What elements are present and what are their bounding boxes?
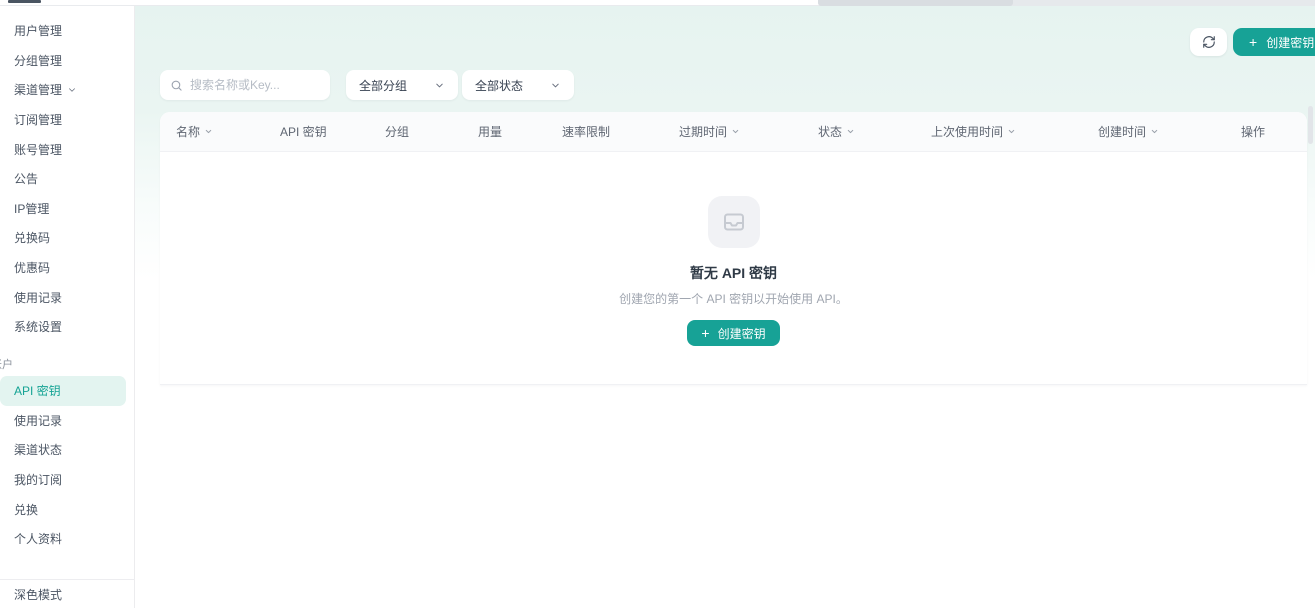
plus-icon: + [701, 326, 709, 340]
top-strip [0, 0, 1315, 6]
sidebar-item-user-management[interactable]: 用户管理 [0, 16, 135, 46]
sidebar-clipped-item [8, 0, 41, 3]
sidebar-item-ip-management[interactable]: IP管理 [0, 194, 135, 224]
refresh-button[interactable] [1190, 28, 1227, 56]
sidebar-item-group-management[interactable]: 分组管理 [0, 46, 135, 76]
sidebar-item-announcement[interactable]: 公告 [0, 164, 135, 194]
sidebar-item-usage-logs-admin[interactable]: 使用记录 [0, 282, 135, 312]
dark-mode-toggle[interactable]: 深色模式 [0, 580, 135, 608]
column-header-rate-limit: 速率限制 [562, 123, 679, 140]
sidebar-item-system-settings[interactable]: 系统设置 [0, 312, 135, 342]
sort-chevron-icon [731, 127, 740, 136]
column-header-actions: 操作 [1241, 123, 1307, 140]
sort-chevron-icon [1007, 127, 1016, 136]
sidebar-admin-group: 用户管理 分组管理 渠道管理 订阅管理 账号管理 公告 IP管理 兑换码 优惠码… [0, 16, 135, 342]
sort-chevron-icon [204, 127, 213, 136]
sidebar-item-profile[interactable]: 个人资料 [0, 524, 135, 554]
refresh-icon [1202, 35, 1216, 49]
search-input[interactable] [190, 78, 320, 92]
sidebar-item-coupon-code[interactable]: 优惠码 [0, 253, 135, 283]
column-header-last-used[interactable]: 上次使用时间 [931, 123, 1098, 140]
search-icon [170, 79, 183, 92]
sidebar-section-account: 账户 [0, 356, 13, 372]
sidebar-item-my-subscription[interactable]: 我的订阅 [0, 465, 135, 495]
sort-chevron-icon [1150, 127, 1159, 136]
inbox-icon [708, 196, 760, 248]
empty-state: 暂无 API 密钥 创建您的第一个 API 密钥以开始使用 API。 + 创建密… [160, 152, 1307, 385]
sort-chevron-icon [846, 127, 855, 136]
plus-icon: + [1249, 35, 1257, 49]
sidebar-item-subscription-management[interactable]: 订阅管理 [0, 105, 135, 135]
sidebar-item-api-keys[interactable]: API 密钥 [0, 376, 126, 406]
api-keys-table-card: 名称 API 密钥 分组 用量 速率限制 过期时间 状态 上次使用时间 [160, 112, 1307, 385]
sidebar-item-channel-management[interactable]: 渠道管理 [0, 75, 135, 105]
main-content: + 创建密钥 全部分组 全部状态 名称 [135, 0, 1315, 608]
column-header-usage: 用量 [478, 123, 562, 140]
chevron-down-icon [434, 80, 445, 91]
top-strip-segment [1010, 0, 1315, 6]
column-header-status[interactable]: 状态 [818, 123, 931, 140]
create-key-button-top[interactable]: + 创建密钥 [1233, 28, 1315, 56]
app-window: 用户管理 分组管理 渠道管理 订阅管理 账号管理 公告 IP管理 兑换码 优惠码… [0, 0, 1315, 608]
sidebar-item-usage-logs[interactable]: 使用记录 [0, 406, 135, 436]
column-header-created-time[interactable]: 创建时间 [1098, 123, 1241, 140]
chevron-down-icon [550, 80, 561, 91]
empty-state-description: 创建您的第一个 API 密钥以开始使用 API。 [619, 290, 848, 307]
column-header-api-key: API 密钥 [280, 123, 385, 140]
sidebar-item-channel-status[interactable]: 渠道状态 [0, 435, 135, 465]
sidebar-user-group: API 密钥 使用记录 渠道状态 我的订阅 兑换 个人资料 [0, 376, 135, 554]
sidebar-item-account-management[interactable]: 账号管理 [0, 134, 135, 164]
create-key-button-empty[interactable]: + 创建密钥 [687, 320, 779, 346]
column-header-expiry-time[interactable]: 过期时间 [679, 123, 818, 140]
search-input-wrapper [160, 70, 330, 100]
column-header-group: 分组 [385, 123, 478, 140]
table-header-row: 名称 API 密钥 分组 用量 速率限制 过期时间 状态 上次使用时间 [160, 112, 1307, 152]
column-header-name[interactable]: 名称 [176, 123, 280, 140]
sidebar-item-redeem[interactable]: 兑换 [0, 494, 135, 524]
top-strip-tab-remnant [818, 0, 1013, 6]
scrollbar-thumb[interactable] [1308, 106, 1313, 144]
empty-state-title: 暂无 API 密钥 [690, 263, 777, 283]
status-filter-dropdown[interactable]: 全部状态 [462, 70, 574, 100]
sidebar-item-redeem-code[interactable]: 兑换码 [0, 223, 135, 253]
chevron-down-icon [67, 85, 77, 95]
sidebar-footer: 深色模式 [0, 579, 135, 608]
sidebar: 用户管理 分组管理 渠道管理 订阅管理 账号管理 公告 IP管理 兑换码 优惠码… [0, 0, 135, 608]
group-filter-dropdown[interactable]: 全部分组 [346, 70, 458, 100]
